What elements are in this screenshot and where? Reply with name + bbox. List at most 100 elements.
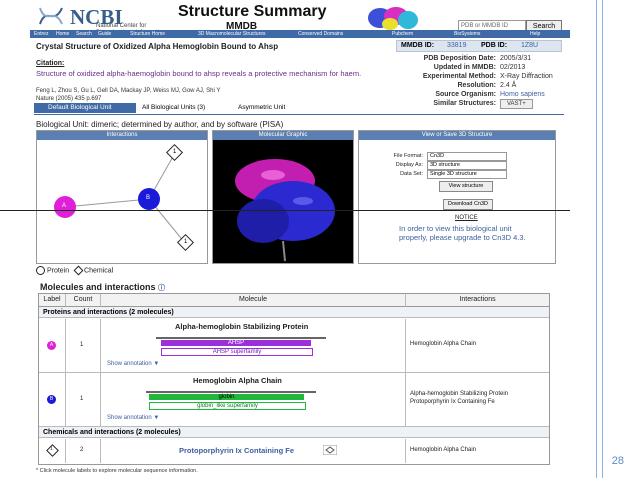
molecules-section-title: Molecules and interactions ⓘ xyxy=(40,282,165,293)
interaction-partner: Hemoglobin Alpha Chain xyxy=(410,341,477,347)
nav-item-structure-home[interactable]: Structure Home xyxy=(130,30,165,38)
sequence-line xyxy=(156,337,326,339)
molecule-label-a-button[interactable]: A xyxy=(47,341,56,350)
tab-label: Asymmetric Unit xyxy=(238,104,286,111)
row-molecule-cell: Hemoglobin Alpha Chain globin globin_lik… xyxy=(101,373,406,426)
molecules-section-label: Molecules and interactions xyxy=(40,282,156,292)
molecule-label-b-button[interactable]: B xyxy=(47,395,56,404)
protein-circle-icon xyxy=(36,266,45,275)
display-as-select[interactable]: 3D structure xyxy=(427,161,507,170)
interaction-partner: Protoporphyrin Ix Containing Fe xyxy=(410,399,495,405)
row-label-cell: A xyxy=(39,319,66,372)
view-save-title: View or Save 3D Structure xyxy=(359,131,555,140)
domain-bar-globin[interactable]: globin xyxy=(149,394,304,400)
citation-authors: Feng L, Zhou S, Gu L, Gell DA, Mackay JP… xyxy=(36,88,221,94)
proteins-subheader: Proteins and interactions (2 molecules) xyxy=(39,307,549,318)
file-format-label: File Format: xyxy=(393,153,423,159)
id-box: MMDB ID: 33819 PDB ID: 1Z8U xyxy=(396,40,562,52)
node-chemical-1-label: 1 xyxy=(173,149,177,155)
row-label-cell: B xyxy=(39,373,66,426)
notice-title: NOTICE xyxy=(455,215,478,221)
domain-bar-ahsp[interactable]: AHSP xyxy=(161,340,311,346)
show-annotation-link[interactable]: Show annotation ▼ xyxy=(107,415,159,421)
row-count-cell: 1 xyxy=(66,373,101,426)
display-as-value: 3D structure xyxy=(430,162,460,168)
row-count-cell: 1 xyxy=(66,319,101,372)
citation-title-link[interactable]: Structure of oxidized alpha-haemoglobin … xyxy=(36,69,386,78)
slide-decoration-line xyxy=(596,0,597,478)
nav-item-pubchem[interactable]: Pubchem xyxy=(392,30,413,38)
ncbi-logo[interactable]: NCBI National Center for Biotechnology I… xyxy=(36,4,165,36)
download-cn3d-button[interactable]: Download Cn3D xyxy=(443,199,493,210)
superfamily-bar-globin[interactable]: globin_like superfamily xyxy=(149,402,306,410)
row-interactions-cell: Hemoglobin Alpha Chain xyxy=(406,319,549,372)
molecule-count: 1 xyxy=(80,396,84,402)
col-header-count: Count xyxy=(66,294,101,307)
molecular-graphic-title: Molecular Graphic xyxy=(213,131,353,140)
molecule-count: 1 xyxy=(80,342,84,348)
slide-decoration-line xyxy=(602,0,603,478)
chemical-label: 1 xyxy=(50,446,53,452)
citation-label: Citation: xyxy=(36,60,65,67)
superfamily-bar-ahsp[interactable]: AHSP superfamily xyxy=(161,348,313,356)
chemical-name-link[interactable]: Protoporphyrin Ix Containing Fe xyxy=(179,446,294,455)
tab-asymmetric-unit[interactable]: Asymmetric Unit xyxy=(224,103,318,113)
header: NCBI National Center for Biotechnology I… xyxy=(30,0,570,38)
row-count-cell: 2 xyxy=(66,439,101,463)
mmdb-id-value[interactable]: 33819 xyxy=(447,41,466,51)
biological-unit-description: Biological Unit: dimeric; determined by … xyxy=(36,120,284,129)
help-icon[interactable]: ⓘ xyxy=(158,285,165,292)
nav-item-conserved-domains[interactable]: Conserved Domains xyxy=(298,30,343,38)
legend-chemical: Chemical xyxy=(84,267,114,275)
nav-item-biosystems[interactable]: BioSystems xyxy=(454,30,480,38)
node-b-label: B xyxy=(146,195,151,201)
row-interactions-cell: Alpha-hemoglobin Stabilizing Protein Pro… xyxy=(406,373,549,426)
file-format-value: Cn3D xyxy=(430,153,445,159)
sequence-line xyxy=(146,391,316,393)
nav-item-guide[interactable]: Guide xyxy=(98,30,111,38)
slide-page-number: 28 xyxy=(611,455,624,467)
ncbi-helix-icon xyxy=(39,7,63,25)
mmdb-id-label: MMDB ID: xyxy=(401,42,435,49)
data-set-value: Single 3D structure xyxy=(430,171,477,177)
tab-all-biological-units[interactable]: All Biological Units (3) xyxy=(128,103,232,113)
nav-item-help[interactable]: Help xyxy=(530,30,540,38)
interaction-graph[interactable] xyxy=(37,141,207,263)
interaction-partner: Alpha-hemoglobin Stabilizing Protein xyxy=(410,391,509,397)
record-title: Crystal Structure of Oxidized Alpha Hemo… xyxy=(36,42,279,51)
table-row: A 1 Alpha-hemoglobin Stabilizing Protein… xyxy=(39,319,549,373)
display-as-label: Display As: xyxy=(395,162,423,168)
table-row: B 1 Hemoglobin Alpha Chain globin globin… xyxy=(39,373,549,427)
nav-item-entrez[interactable]: Entrez xyxy=(34,30,48,38)
page-title: Structure Summary xyxy=(178,3,327,20)
col-header-label: Label xyxy=(39,294,66,307)
show-annotation-link[interactable]: Show annotation ▼ xyxy=(107,361,159,367)
view-structure-button[interactable]: View structure xyxy=(439,181,493,192)
tab-label: All Biological Units (3) xyxy=(142,104,206,111)
pdb-id-label: PDB ID: xyxy=(481,42,508,49)
node-a-label: A xyxy=(62,203,67,209)
citation-journal: Nature (2005) 435 p.697 xyxy=(36,96,102,102)
chemical-structure-icon[interactable] xyxy=(323,445,337,455)
chemical-diamond-icon xyxy=(73,265,84,276)
pdb-id-value[interactable]: 1Z8U xyxy=(521,41,538,51)
file-format-select[interactable]: Cn3D xyxy=(427,152,507,161)
interactions-panel: Interactions A B 1 1 xyxy=(36,130,208,264)
interaction-partner: Hemoglobin Alpha Chain xyxy=(410,447,477,453)
tab-default-biological-unit[interactable]: Default Biological Unit xyxy=(34,103,136,113)
footnote: * Click molecule labels to explore molec… xyxy=(36,468,198,474)
view-save-structure-panel: View or Save 3D Structure File Format: C… xyxy=(358,130,556,264)
row-molecule-cell: Protoporphyrin Ix Containing Fe xyxy=(101,439,406,463)
slide-horizontal-divider xyxy=(0,210,570,211)
col-header-molecule: Molecule xyxy=(101,294,406,307)
nav-item-3d-structures[interactable]: 3D Macromolecular Structures xyxy=(198,30,266,38)
molecular-structure-image[interactable] xyxy=(213,141,353,263)
data-set-select[interactable]: Single 3D structure xyxy=(427,170,507,179)
col-header-interactions: Interactions xyxy=(406,294,549,307)
ncbi-structure-summary-screenshot: NCBI National Center for Biotechnology I… xyxy=(30,0,570,478)
row-interactions-cell: Hemoglobin Alpha Chain xyxy=(406,439,549,463)
nav-item-home[interactable]: Home xyxy=(56,30,69,38)
molecular-graphic-panel: Molecular Graphic xyxy=(212,130,354,264)
node-legend: Protein Chemical xyxy=(36,265,114,276)
nav-item-search[interactable]: Search xyxy=(76,30,92,38)
